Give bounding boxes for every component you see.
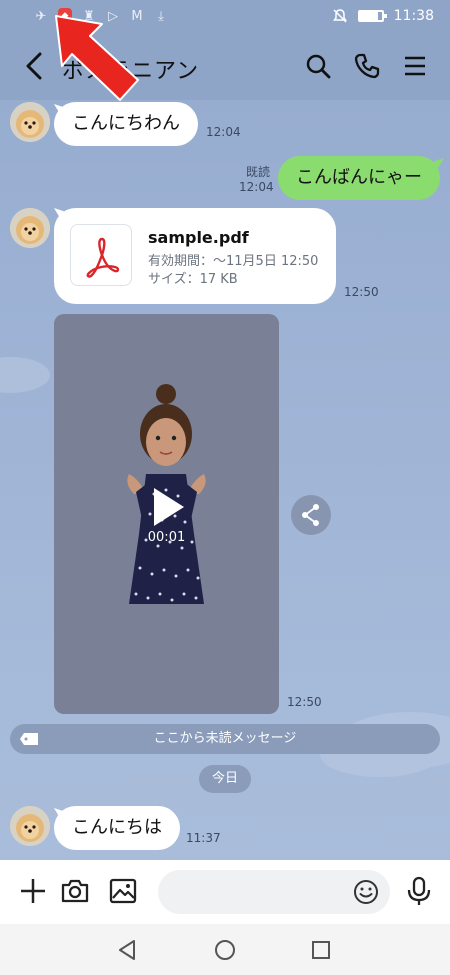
file-message[interactable]: sample.pdf 有効期間：〜11月5日 12:50 サイズ：17 KB xyxy=(54,208,336,304)
video-message[interactable]: 00:01 xyxy=(54,314,279,714)
tag-icon xyxy=(20,733,38,745)
unread-divider: ここから未読メッセージ xyxy=(10,724,440,754)
read-label: 既読 xyxy=(246,165,271,179)
airplane-icon: ✈ xyxy=(35,8,47,24)
cloud-decoration xyxy=(320,712,450,777)
message-time: 12:04 xyxy=(239,180,274,194)
message-time: 12:50 xyxy=(344,285,379,299)
avatar[interactable] xyxy=(10,208,50,248)
play-icon[interactable] xyxy=(144,484,190,530)
bubble-tail xyxy=(432,158,444,168)
download-icon: ⤓ xyxy=(158,8,164,24)
video-duration: 00:01 xyxy=(147,530,186,545)
file-expiry: 有効期間：〜11月5日 12:50 xyxy=(148,254,319,269)
back-icon[interactable] xyxy=(20,48,50,84)
battery-level xyxy=(359,12,379,20)
message-bubble[interactable]: こんにちは xyxy=(54,806,180,850)
mute-icon xyxy=(332,9,347,23)
nav-home-icon[interactable] xyxy=(213,938,237,962)
system-nav-bar xyxy=(0,924,450,975)
file-size: サイズ：17 KB xyxy=(148,272,238,287)
status-time: 11:38 xyxy=(393,8,434,24)
image-icon[interactable] xyxy=(108,876,138,906)
camera-icon[interactable] xyxy=(60,876,90,906)
message-time: 12:04 xyxy=(206,125,241,139)
plus-icon[interactable] xyxy=(18,876,48,906)
file-name: sample.pdf xyxy=(148,228,249,247)
menu-icon[interactable] xyxy=(400,51,430,81)
date-divider: 今日 xyxy=(199,765,251,793)
status-right: 11:38 xyxy=(332,8,434,24)
nav-recents-icon[interactable] xyxy=(309,938,333,962)
message-bubble[interactable]: こんにちわん xyxy=(54,102,198,146)
avatar[interactable] xyxy=(10,102,50,142)
chat-area[interactable]: こんにちわん 12:04 既読 12:04 こんばんにゃー sample.pdf… xyxy=(0,100,450,860)
pdf-icon xyxy=(70,224,132,286)
avatar[interactable] xyxy=(10,806,50,846)
mic-icon[interactable] xyxy=(404,876,434,906)
cloud-decoration xyxy=(0,357,50,393)
battery-icon xyxy=(357,10,387,22)
message-time: 12:50 xyxy=(287,695,322,709)
message-bubble-mine[interactable]: こんばんにゃー xyxy=(278,156,440,200)
message-time: 11:37 xyxy=(186,831,221,845)
red-arrow-icon xyxy=(55,15,139,101)
emoji-icon[interactable] xyxy=(352,878,380,906)
share-icon xyxy=(302,504,319,526)
share-button[interactable] xyxy=(291,495,331,535)
input-bar xyxy=(0,860,450,924)
phone-icon[interactable] xyxy=(352,51,382,81)
search-icon[interactable] xyxy=(303,51,333,81)
unread-divider-label: ここから未読メッセージ xyxy=(153,731,297,746)
nav-back-icon[interactable] xyxy=(116,938,140,962)
